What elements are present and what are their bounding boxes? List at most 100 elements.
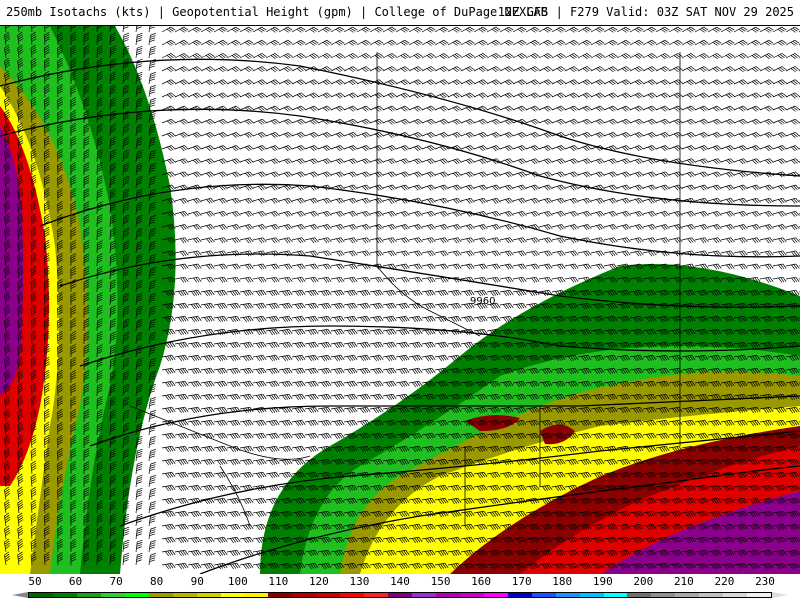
wind-barb bbox=[642, 66, 657, 73]
wind-barb bbox=[317, 367, 332, 375]
wind-barb bbox=[577, 39, 592, 46]
wind-barb bbox=[239, 79, 254, 86]
wind-barb bbox=[343, 197, 358, 204]
wind-barb bbox=[421, 171, 436, 178]
wind-barb bbox=[681, 145, 696, 152]
wind-barb bbox=[200, 393, 215, 401]
wind-barb bbox=[694, 53, 709, 59]
wind-barb bbox=[525, 197, 540, 204]
wind-barb bbox=[213, 367, 228, 375]
wind-barb bbox=[187, 263, 202, 270]
wind-barb bbox=[369, 367, 384, 375]
wind-barb bbox=[382, 26, 397, 33]
wind-barb bbox=[200, 354, 215, 362]
wind-barb bbox=[408, 158, 423, 165]
wind-barb bbox=[135, 487, 143, 501]
wind-barb bbox=[161, 380, 176, 388]
wind-barb bbox=[759, 118, 774, 125]
wind-barb bbox=[538, 145, 553, 152]
colorbar-swatch bbox=[388, 593, 412, 597]
wind-barb bbox=[616, 158, 631, 165]
wind-barb bbox=[304, 237, 319, 244]
wind-barb bbox=[174, 484, 189, 492]
wind-barb bbox=[525, 66, 540, 73]
wind-barb bbox=[707, 158, 722, 165]
wind-barb bbox=[148, 397, 156, 410]
wind-barb bbox=[265, 354, 280, 362]
colorbar-tick-label: 150 bbox=[430, 575, 451, 588]
wind-barb bbox=[135, 552, 143, 566]
wind-barb bbox=[187, 445, 202, 453]
wind-barb bbox=[395, 315, 410, 323]
wind-barb bbox=[239, 132, 254, 138]
wind-barb bbox=[759, 105, 774, 112]
colorbar-swatch bbox=[316, 593, 341, 597]
wind-barb bbox=[226, 237, 241, 244]
wind-barb bbox=[759, 263, 774, 270]
wind-barb bbox=[785, 184, 800, 191]
wind-barb bbox=[616, 92, 631, 99]
wind-barb bbox=[226, 92, 241, 99]
wind-barb bbox=[616, 118, 631, 125]
wind-barb bbox=[291, 224, 306, 231]
wind-barb bbox=[564, 197, 579, 204]
wind-barb bbox=[512, 92, 527, 99]
wind-barb bbox=[265, 367, 280, 375]
wind-barb bbox=[356, 289, 371, 297]
colorbar-swatch bbox=[675, 593, 700, 597]
wind-barb bbox=[330, 171, 345, 178]
wind-barb bbox=[551, 39, 566, 46]
wind-barb bbox=[174, 197, 189, 204]
colorbar-tick-label: 80 bbox=[150, 575, 164, 588]
colorbar-tick-label: 100 bbox=[227, 575, 248, 588]
wind-barb bbox=[174, 406, 189, 414]
wind-barb bbox=[317, 354, 332, 362]
wind-barb bbox=[317, 380, 332, 388]
wind-barb bbox=[473, 224, 488, 231]
wind-barb bbox=[473, 197, 488, 204]
wind-barb bbox=[772, 210, 787, 217]
wind-barb bbox=[252, 158, 267, 165]
wind-barb bbox=[395, 380, 410, 388]
wind-barb bbox=[369, 39, 384, 46]
wind-barb bbox=[551, 53, 566, 59]
colorbar-tick-label: 160 bbox=[471, 575, 492, 588]
wind-barb bbox=[304, 145, 319, 152]
wind-barb bbox=[694, 26, 709, 33]
wind-barb bbox=[174, 26, 189, 33]
wind-barb bbox=[629, 184, 644, 191]
wind-barb bbox=[252, 419, 267, 427]
wind-barb bbox=[746, 92, 761, 99]
wind-barb bbox=[239, 66, 254, 73]
colorbar-tick-label: 230 bbox=[755, 575, 775, 588]
wind-barb bbox=[421, 66, 436, 73]
wind-barb bbox=[343, 158, 358, 165]
wind-barb bbox=[278, 380, 293, 388]
wind-barb bbox=[161, 393, 176, 401]
wind-barb bbox=[226, 224, 241, 231]
wind-barb bbox=[187, 471, 202, 479]
wind-barb bbox=[304, 367, 319, 375]
wind-barb bbox=[278, 276, 293, 283]
wind-barb bbox=[733, 158, 748, 165]
wind-barb bbox=[239, 523, 254, 531]
isotach-colorbar: 50 60 70 80 90 100 110 120 130 140 150 160 170 180 190… bbox=[0, 574, 800, 600]
wind-barb bbox=[382, 224, 397, 231]
wind-barb bbox=[642, 105, 657, 112]
wind-barb bbox=[395, 158, 410, 165]
wind-barb bbox=[239, 92, 254, 99]
wind-barb bbox=[551, 250, 566, 257]
wind-barb bbox=[213, 26, 228, 33]
wind-barb bbox=[759, 79, 774, 86]
wind-barb bbox=[252, 302, 267, 310]
wind-barb bbox=[200, 471, 215, 479]
wind-barb bbox=[772, 276, 787, 283]
wind-barb bbox=[174, 315, 189, 323]
wind-barb bbox=[213, 145, 228, 152]
wind-barb bbox=[291, 393, 306, 401]
wind-barb bbox=[148, 475, 156, 488]
wind-barb bbox=[174, 510, 189, 518]
wind-barb bbox=[304, 328, 319, 336]
wind-barb bbox=[226, 158, 241, 165]
wind-barb bbox=[486, 250, 501, 257]
